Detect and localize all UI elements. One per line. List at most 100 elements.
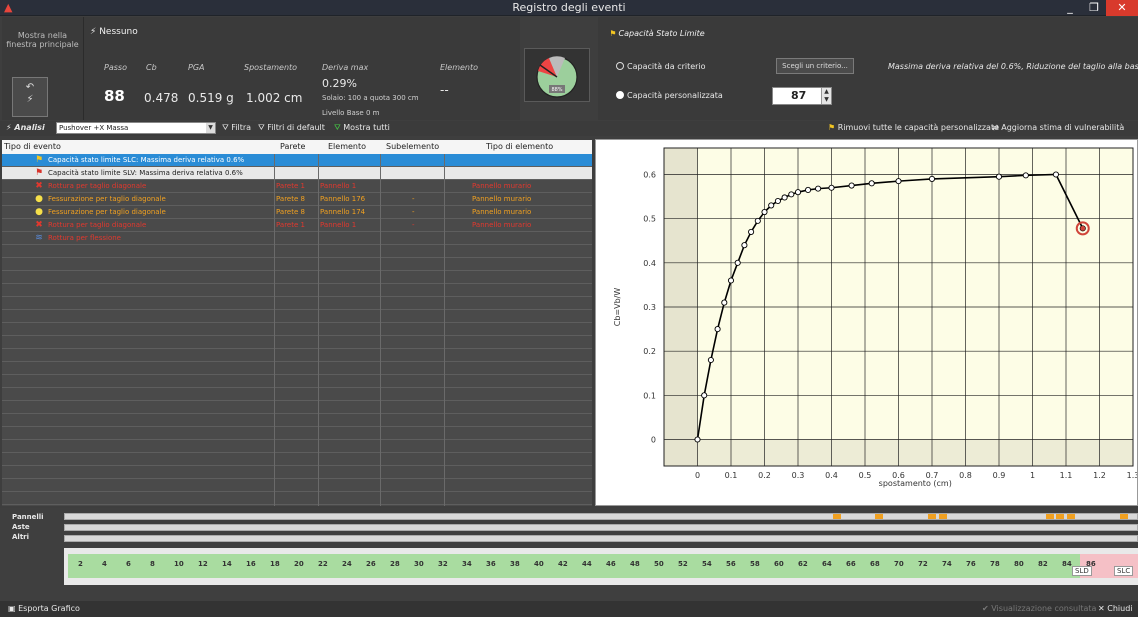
step-label[interactable]: 46 — [606, 560, 616, 568]
table-row[interactable]: ✖ Rottura per taglio diagonale Parete 1 Pan… — [2, 180, 592, 193]
radio-criterio-dot[interactable] — [616, 62, 624, 70]
th-parete[interactable]: Parete — [280, 142, 305, 151]
strip-aste[interactable] — [64, 524, 1138, 531]
step-label[interactable]: 60 — [774, 560, 784, 568]
minimize-button[interactable]: _ — [1058, 0, 1082, 16]
panel-event-mark[interactable] — [1045, 514, 1054, 519]
step-label[interactable]: 14 — [222, 560, 232, 568]
table-row[interactable]: ● Fessurazione per taglio diagonale Parete… — [2, 206, 592, 219]
visualize-button[interactable]: ✔ Visualizzazione consultata — [982, 604, 1096, 613]
step-label[interactable]: 4 — [102, 560, 107, 568]
panel-event-mark[interactable] — [1056, 514, 1065, 519]
chevron-down-icon[interactable]: ▼ — [206, 123, 215, 133]
step-label[interactable]: 40 — [534, 560, 544, 568]
table-row[interactable]: ✖ Rottura per taglio diagonale Parete 1 Pan… — [2, 219, 592, 232]
step-label[interactable]: 54 — [702, 560, 712, 568]
step-label[interactable]: 66 — [846, 560, 856, 568]
step-label[interactable]: 58 — [750, 560, 760, 568]
step-label[interactable]: 38 — [510, 560, 520, 568]
label-pannelli: Pannelli — [12, 513, 44, 521]
table-row[interactable]: ⚑ Capacità stato limite SLC: Massima deri… — [2, 154, 592, 167]
deriva-livello: Livello Base 0 m — [322, 109, 380, 117]
step-timeline[interactable]: 2 4 6 8 10 12 14 16 18 20 22 24 26 28 30 32 34 36 38 40 42 44… — [64, 548, 1138, 585]
step-label[interactable]: 72 — [918, 560, 928, 568]
stepper-arrows-icon[interactable]: ▲ ▼ — [821, 88, 831, 104]
strip-pannelli[interactable] — [64, 513, 1138, 520]
step-label[interactable]: 76 — [966, 560, 976, 568]
empty-row — [2, 284, 592, 297]
th-tipo[interactable]: Tipo di evento — [4, 142, 61, 151]
step-label[interactable]: 10 — [174, 560, 184, 568]
analysis-select[interactable]: Pushover +X Massa ▼ — [56, 122, 216, 134]
panel-event-mark[interactable] — [1120, 514, 1129, 519]
step-label[interactable]: 50 — [654, 560, 664, 568]
panel-event-mark[interactable] — [832, 514, 841, 519]
col-pga: PGA — [188, 63, 205, 72]
step-label[interactable]: 2 — [78, 560, 83, 568]
step-label[interactable]: 52 — [678, 560, 688, 568]
step-label[interactable]: 84 — [1062, 560, 1072, 568]
export-chart-button[interactable]: ▣ Esporta Grafico — [8, 604, 80, 613]
update-estimate-button[interactable]: ⇄ Aggiorna stima di vulnerabilità — [992, 123, 1124, 132]
sld-marker[interactable]: SLD — [1072, 566, 1092, 576]
table-row[interactable]: ⚑ Capacità stato limite SLV: Massima deri… — [2, 167, 592, 180]
step-label[interactable]: 64 — [822, 560, 832, 568]
step-label[interactable]: 34 — [462, 560, 472, 568]
strip-altri[interactable] — [64, 535, 1138, 542]
data-point — [868, 180, 875, 187]
choose-criterion-button[interactable]: Scegli un criterio... — [776, 58, 854, 74]
table-row[interactable]: ● Fessurazione per taglio diagonale Parete… — [2, 193, 592, 206]
step-label[interactable]: 22 — [318, 560, 328, 568]
slc-marker[interactable]: SLC — [1114, 566, 1134, 576]
step-label[interactable]: 80 — [1014, 560, 1024, 568]
show-all-button[interactable]: ⛛ Mostra tutti — [334, 123, 390, 133]
step-label[interactable]: 26 — [366, 560, 376, 568]
th-subelemento[interactable]: Subelemento — [386, 142, 439, 151]
step-label[interactable]: 20 — [294, 560, 304, 568]
step-label[interactable]: 30 — [414, 560, 424, 568]
step-label[interactable]: 32 — [438, 560, 448, 568]
step-label[interactable]: 28 — [390, 560, 400, 568]
step-label[interactable]: 12 — [198, 560, 208, 568]
data-point — [707, 356, 714, 364]
radio-criterio[interactable]: Capacità da criterio — [616, 62, 706, 71]
step-label[interactable]: 8 — [150, 560, 155, 568]
step-label[interactable]: 18 — [270, 560, 280, 568]
radio-personalizzata-label: Capacità personalizzata — [627, 91, 723, 100]
panel-event-mark[interactable] — [1067, 514, 1076, 519]
step-label[interactable]: 68 — [870, 560, 880, 568]
flag-yellow-icon: ⚑ — [34, 155, 44, 165]
step-label[interactable]: 62 — [798, 560, 808, 568]
x-tick-label: 0.5 — [859, 471, 872, 480]
custom-capacity-stepper[interactable]: 87 ▲ ▼ — [772, 87, 832, 105]
maximize-button[interactable]: ❐ — [1082, 0, 1106, 16]
step-label[interactable]: 78 — [990, 560, 1000, 568]
step-label[interactable]: 42 — [558, 560, 568, 568]
default-filters-button[interactable]: ⛛ Filtri di default — [258, 123, 325, 133]
radio-personalizzata[interactable]: Capacità personalizzata — [616, 91, 723, 100]
step-label[interactable]: 48 — [630, 560, 640, 568]
panel-event-mark[interactable] — [875, 514, 884, 519]
col-cb: Cb — [146, 63, 157, 72]
step-label[interactable]: 6 — [126, 560, 131, 568]
show-in-main-button[interactable]: ↶ ⚡ — [12, 77, 48, 117]
step-label[interactable]: 16 — [246, 560, 256, 568]
step-label[interactable]: 70 — [894, 560, 904, 568]
th-elemento[interactable]: Elemento — [328, 142, 366, 151]
remove-capacities-button[interactable]: ⚑ Rimuovi tutte le capacità personalizza… — [828, 123, 999, 132]
step-label[interactable]: 74 — [942, 560, 952, 568]
th-tipo-elemento[interactable]: Tipo di elemento — [486, 142, 553, 151]
close-button[interactable]: ✕ Chiudi — [1098, 604, 1133, 613]
step-label[interactable]: 82 — [1038, 560, 1048, 568]
filter-button[interactable]: ⛛ Filtra — [222, 123, 251, 133]
step-label[interactable]: 56 — [726, 560, 736, 568]
step-label[interactable]: 44 — [582, 560, 592, 568]
panel-event-mark[interactable] — [939, 514, 948, 519]
step-label[interactable]: 36 — [486, 560, 496, 568]
data-point — [848, 182, 855, 189]
panel-event-mark[interactable] — [928, 514, 937, 519]
close-window-button[interactable]: ✕ — [1106, 0, 1138, 16]
table-row[interactable]: ≋ Rottura per flessione — [2, 232, 592, 245]
step-label[interactable]: 24 — [342, 560, 352, 568]
radio-personalizzata-dot[interactable] — [616, 91, 624, 99]
